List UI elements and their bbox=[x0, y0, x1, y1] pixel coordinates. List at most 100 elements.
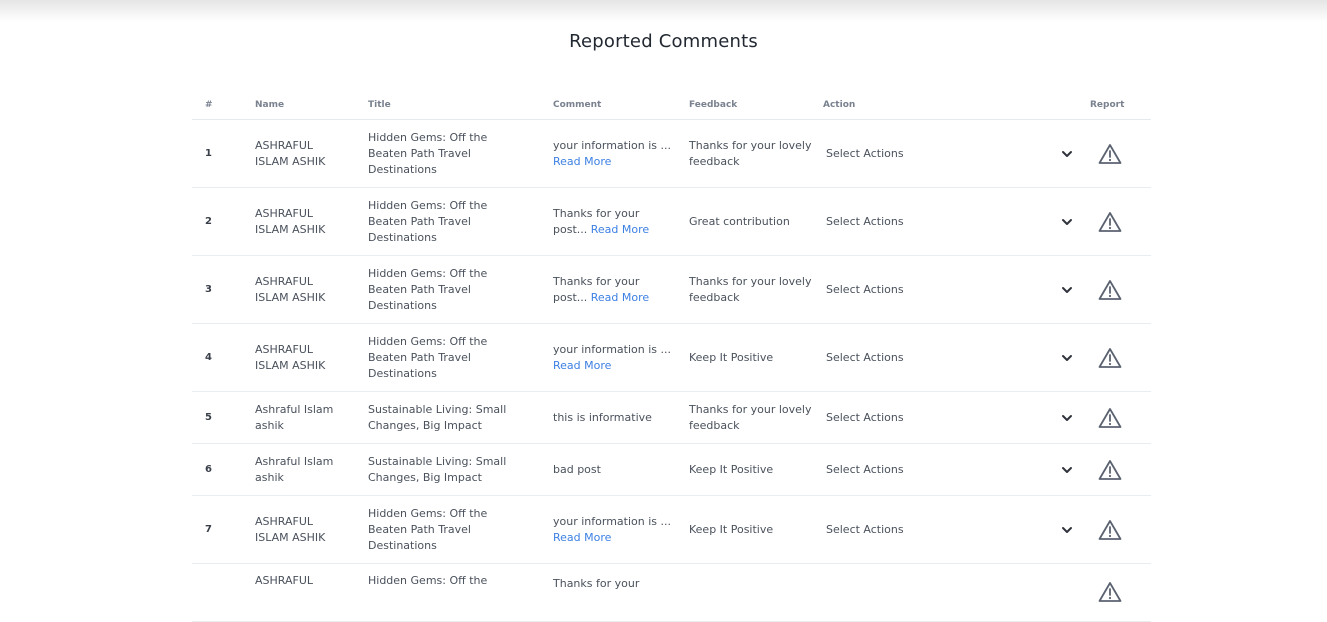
header-action: Action bbox=[823, 90, 1086, 120]
comment-text: your information is ... bbox=[553, 514, 671, 528]
row-title: Sustainable Living: Small Changes, Big I… bbox=[368, 443, 553, 496]
warning-triangle-icon[interactable] bbox=[1098, 407, 1122, 429]
row-action: Select Actions bbox=[823, 391, 1086, 444]
row-comment: Thanks for your post... Read More bbox=[553, 187, 689, 256]
warning-triangle-icon[interactable] bbox=[1098, 581, 1122, 603]
action-select[interactable]: Select Actions bbox=[826, 457, 1074, 483]
header-report: Report bbox=[1086, 90, 1151, 120]
action-select-value: Select Actions bbox=[826, 522, 904, 536]
row-comment: your information is ... Read More bbox=[553, 119, 689, 188]
warning-triangle-icon[interactable] bbox=[1098, 459, 1122, 481]
read-more-link[interactable]: Read More bbox=[591, 223, 649, 236]
row-number: 4 bbox=[192, 323, 255, 392]
row-number: 7 bbox=[192, 495, 255, 564]
row-name: Ashraful Islam ashik bbox=[255, 391, 368, 444]
warning-triangle-icon[interactable] bbox=[1098, 143, 1122, 165]
row-number: 5 bbox=[192, 391, 255, 444]
table-header-row: # Name Title Comment Feedback Action Rep… bbox=[192, 90, 1151, 120]
row-name: ASHRAFUL ISLAM ASHIK bbox=[255, 495, 368, 564]
chevron-down-icon bbox=[1062, 218, 1072, 225]
row-title: Hidden Gems: Off the bbox=[368, 563, 553, 622]
row-name: ASHRAFUL ISLAM ASHIK bbox=[255, 119, 368, 188]
row-feedback: Keep It Positive bbox=[689, 323, 823, 392]
row-report bbox=[1086, 255, 1151, 324]
row-number: 2 bbox=[192, 187, 255, 256]
read-more-link[interactable]: Read More bbox=[553, 155, 611, 168]
row-feedback: Keep It Positive bbox=[689, 443, 823, 496]
row-feedback: Thanks for your lovely feedback bbox=[689, 255, 823, 324]
table-row: 7 ASHRAFUL ISLAM ASHIK Hidden Gems: Off … bbox=[192, 495, 1151, 564]
row-comment: Thanks for your post... Read More bbox=[553, 255, 689, 324]
warning-triangle-icon[interactable] bbox=[1098, 519, 1122, 541]
row-report bbox=[1086, 187, 1151, 256]
read-more-link[interactable]: Read More bbox=[553, 359, 611, 372]
row-number: 6 bbox=[192, 443, 255, 496]
table-row: 1 ASHRAFUL ISLAM ASHIK Hidden Gems: Off … bbox=[192, 119, 1151, 188]
row-comment: your information is ... Read More bbox=[553, 323, 689, 392]
read-more-link[interactable]: Read More bbox=[591, 291, 649, 304]
row-report bbox=[1086, 443, 1151, 496]
row-feedback: Thanks for your lovely feedback bbox=[689, 391, 823, 444]
table-row: 4 ASHRAFUL ISLAM ASHIK Hidden Gems: Off … bbox=[192, 323, 1151, 392]
action-select-value: Select Actions bbox=[826, 462, 904, 476]
page-title: Reported Comments bbox=[569, 31, 758, 52]
row-action: Select Actions bbox=[823, 187, 1086, 256]
row-number: 3 bbox=[192, 255, 255, 324]
row-feedback: Great contribution bbox=[689, 187, 823, 256]
action-select[interactable]: Select Actions bbox=[826, 345, 1074, 371]
warning-triangle-icon[interactable] bbox=[1098, 279, 1122, 301]
comment-text: bad post bbox=[553, 462, 601, 476]
row-title: Sustainable Living: Small Changes, Big I… bbox=[368, 391, 553, 444]
header-feedback: Feedback bbox=[689, 90, 823, 120]
row-title: Hidden Gems: Off the Beaten Path Travel … bbox=[368, 323, 553, 392]
action-select-value: Select Actions bbox=[826, 410, 904, 424]
chevron-down-icon bbox=[1062, 286, 1072, 293]
warning-triangle-icon[interactable] bbox=[1098, 211, 1122, 233]
table-row: 6 Ashraful Islam ashik Sustainable Livin… bbox=[192, 443, 1151, 496]
row-comment: bad post bbox=[553, 443, 689, 496]
row-feedback: Keep It Positive bbox=[689, 495, 823, 564]
warning-triangle-icon[interactable] bbox=[1098, 347, 1122, 369]
row-name: ASHRAFUL ISLAM ASHIK bbox=[255, 255, 368, 324]
chevron-down-icon bbox=[1062, 466, 1072, 473]
action-select[interactable]: Select Actions bbox=[826, 141, 1074, 167]
row-feedback: Thanks for your lovely feedback bbox=[689, 119, 823, 188]
row-name: Ashraful Islam ashik bbox=[255, 443, 368, 496]
row-report bbox=[1086, 495, 1151, 564]
row-title: Hidden Gems: Off the Beaten Path Travel … bbox=[368, 495, 553, 564]
chevron-down-icon bbox=[1062, 526, 1072, 533]
row-action: Select Actions bbox=[823, 119, 1086, 188]
action-select-value: Select Actions bbox=[826, 214, 904, 228]
row-report bbox=[1086, 119, 1151, 188]
header-name: Name bbox=[255, 90, 368, 120]
comment-text: your information is ... bbox=[553, 138, 671, 152]
chevron-down-icon bbox=[1062, 414, 1072, 421]
row-name: ASHRAFUL ISLAM ASHIK bbox=[255, 187, 368, 256]
action-select-value: Select Actions bbox=[826, 350, 904, 364]
action-select[interactable]: Select Actions bbox=[826, 405, 1074, 431]
row-name: ASHRAFUL bbox=[255, 563, 368, 622]
action-select[interactable]: Select Actions bbox=[826, 277, 1074, 303]
read-more-link[interactable]: Read More bbox=[553, 531, 611, 544]
row-action: Select Actions bbox=[823, 255, 1086, 324]
row-action: Select Actions bbox=[823, 323, 1086, 392]
action-select[interactable]: Select Actions bbox=[826, 517, 1074, 543]
row-action: Select Actions bbox=[823, 495, 1086, 564]
reported-comments-table: # Name Title Comment Feedback Action Rep… bbox=[192, 90, 1151, 622]
header-number: # bbox=[192, 90, 255, 120]
chevron-down-icon bbox=[1062, 354, 1072, 361]
row-number: 1 bbox=[192, 119, 255, 188]
row-title: Hidden Gems: Off the Beaten Path Travel … bbox=[368, 187, 553, 256]
row-comment: Thanks for your bbox=[553, 563, 689, 622]
row-report bbox=[1086, 391, 1151, 444]
action-select-value: Select Actions bbox=[826, 282, 904, 296]
table-row: ASHRAFUL Hidden Gems: Off the Thanks for… bbox=[192, 563, 1151, 622]
row-comment: this is informative bbox=[553, 391, 689, 444]
chevron-down-icon bbox=[1062, 150, 1072, 157]
table-row: 3 ASHRAFUL ISLAM ASHIK Hidden Gems: Off … bbox=[192, 255, 1151, 324]
comment-text: your information is ... bbox=[553, 342, 671, 356]
row-title: Hidden Gems: Off the Beaten Path Travel … bbox=[368, 255, 553, 324]
action-select-value: Select Actions bbox=[826, 146, 904, 160]
action-select[interactable]: Select Actions bbox=[826, 209, 1074, 235]
header-shadow bbox=[0, 0, 1327, 22]
